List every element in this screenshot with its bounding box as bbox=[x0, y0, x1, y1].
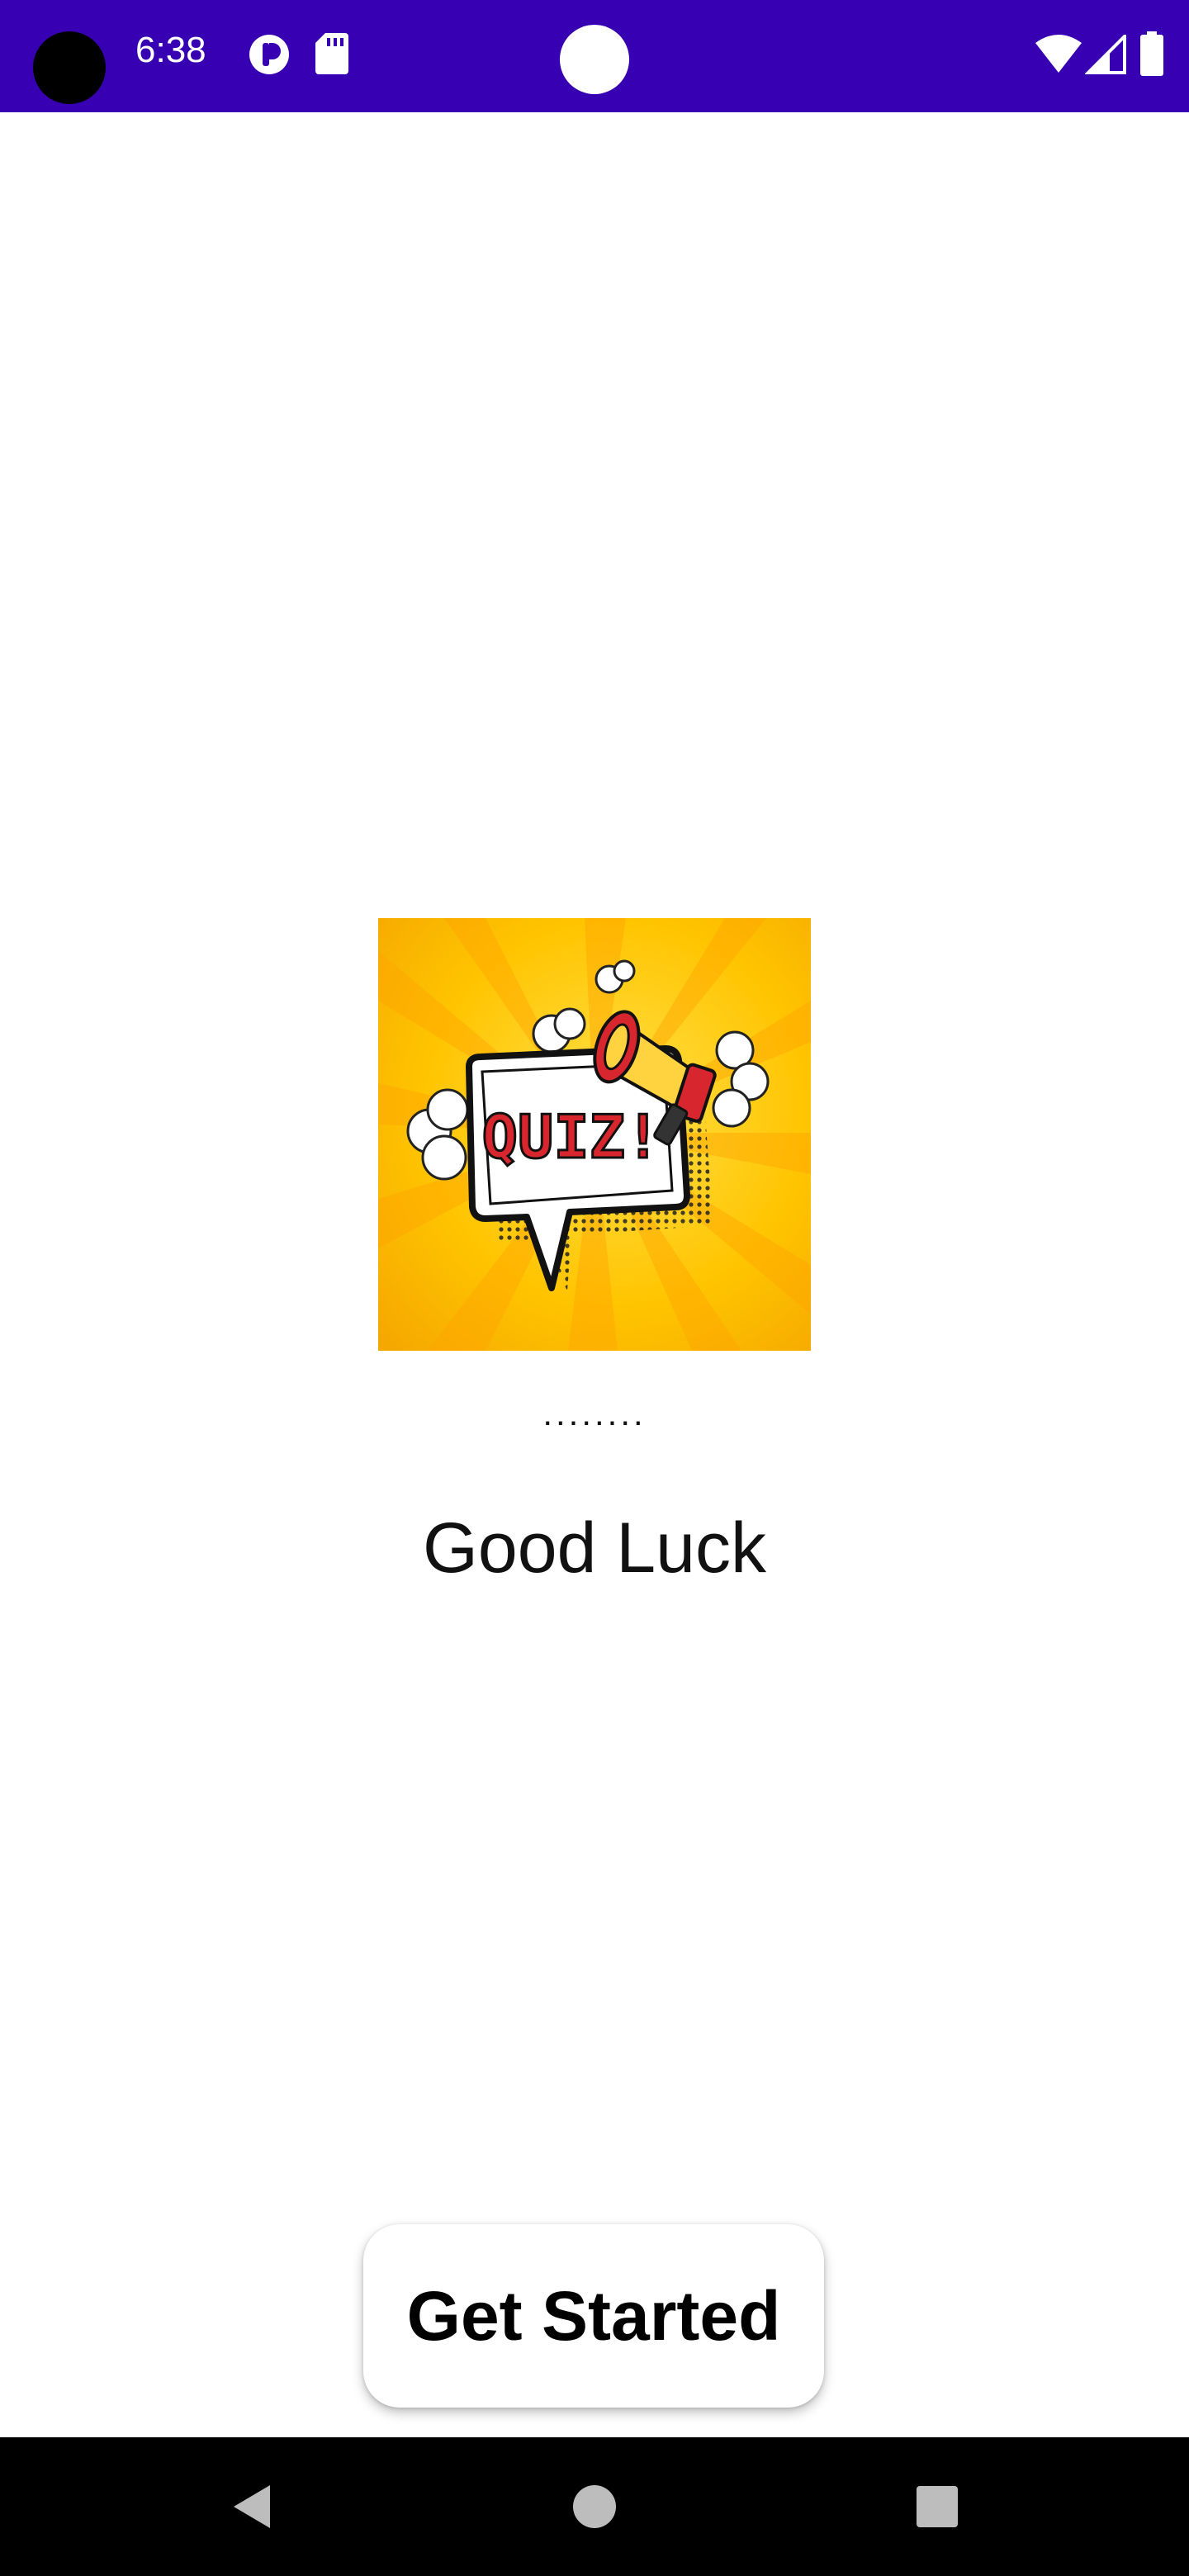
camera-cutout bbox=[33, 31, 106, 104]
loading-dots: ........ bbox=[542, 1394, 647, 1432]
battery-icon bbox=[1139, 31, 1164, 80]
quiz-logo: QUIZ! bbox=[378, 918, 811, 1351]
navigation-bar bbox=[0, 2437, 1189, 2576]
wifi-icon bbox=[1035, 35, 1082, 78]
home-icon bbox=[573, 2485, 616, 2528]
cell-signal-icon bbox=[1084, 32, 1126, 78]
good-luck-message: Good Luck bbox=[423, 1508, 766, 1588]
home-button[interactable] bbox=[549, 2437, 640, 2576]
get-started-button[interactable]: Get Started bbox=[363, 2224, 824, 2408]
status-time: 6:38 bbox=[135, 30, 206, 70]
logo-quiz-text: QUIZ! bbox=[482, 1102, 661, 1172]
back-button[interactable] bbox=[206, 2437, 297, 2576]
pocket-app-icon bbox=[248, 33, 291, 80]
center-indicator bbox=[560, 25, 629, 94]
recents-icon bbox=[917, 2486, 958, 2527]
recents-button[interactable] bbox=[892, 2437, 983, 2576]
back-icon bbox=[234, 2485, 270, 2528]
status-bar: 6:38 bbox=[0, 0, 1189, 112]
sd-card-icon bbox=[315, 33, 348, 78]
